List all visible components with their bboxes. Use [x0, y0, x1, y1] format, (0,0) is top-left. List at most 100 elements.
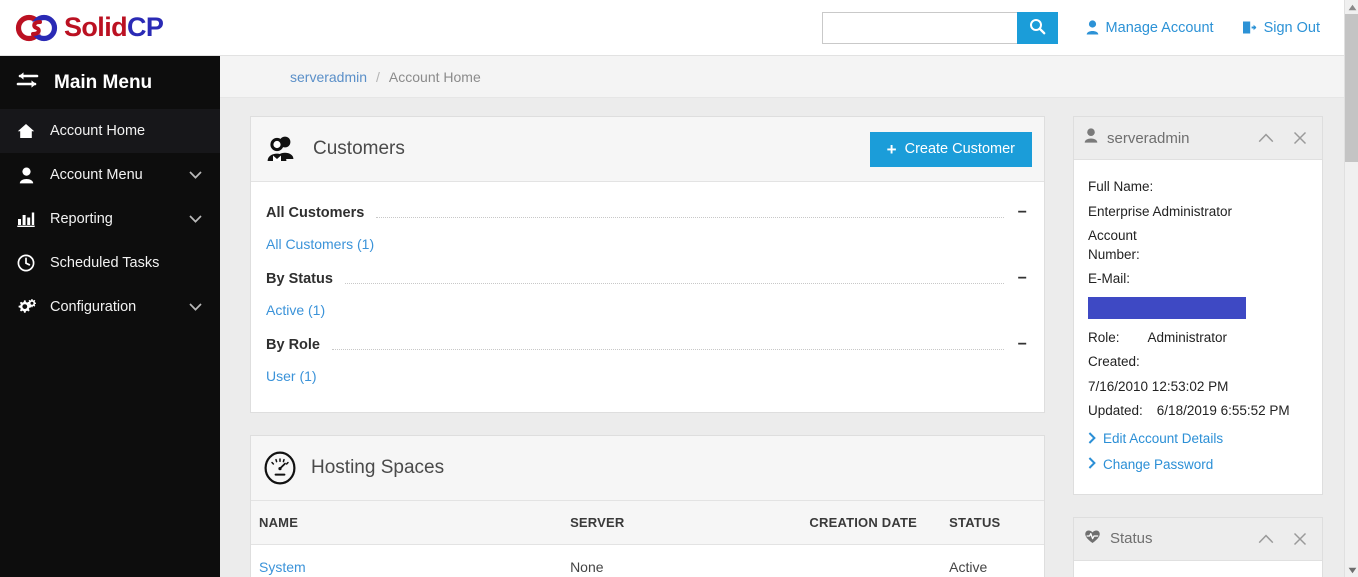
home-icon [16, 123, 36, 139]
table-row: System None Active [251, 544, 1044, 577]
role-value: Administrator [1147, 329, 1228, 345]
cell-creation-date [809, 544, 950, 577]
dotted-leader [376, 216, 1004, 218]
customer-filter-link-active[interactable]: Active (1) [266, 293, 1029, 328]
hosting-spaces-panel-title: Hosting Spaces [311, 457, 445, 478]
sidebar-title: Main Menu [54, 71, 153, 93]
customers-panel-header: Customers + Create Customer [251, 117, 1044, 182]
close-icon[interactable] [1288, 131, 1312, 145]
dotted-leader [344, 282, 1004, 284]
collapse-toggle-icon[interactable]: − [1016, 205, 1029, 221]
status-widget-body [1074, 561, 1322, 577]
sidebar-item-scheduled-tasks[interactable]: Scheduled Tasks [0, 241, 220, 285]
sign-out-icon [1242, 20, 1257, 35]
sidebar-item-label: Account Home [50, 123, 146, 139]
group-heading-label: By Role [266, 337, 320, 353]
customers-panel-title: Customers [313, 138, 405, 159]
sign-out-link[interactable]: Sign Out [1242, 20, 1320, 36]
hosting-space-link-system[interactable]: System [259, 559, 306, 575]
hosting-spaces-panel-header: Hosting Spaces [251, 436, 1044, 501]
table-header-row: NAME SERVER CREATION DATE STATUS [251, 501, 1044, 545]
manage-account-label: Manage Account [1105, 19, 1214, 36]
account-widget-header: serveradmin [1074, 117, 1322, 160]
customer-group-header-all: All Customers − [266, 196, 1029, 227]
exchange-arrows-icon [15, 70, 40, 96]
search-input[interactable] [821, 11, 1017, 44]
create-customer-label: Create Customer [904, 141, 1015, 157]
brand-logo[interactable]: SolidCP [0, 0, 164, 55]
collapse-toggle-icon[interactable]: − [1016, 271, 1029, 287]
sidebar-item-label: Configuration [50, 299, 137, 315]
edit-account-details-label: Edit Account Details [1103, 431, 1224, 446]
full-name-label: Full Name: [1088, 179, 1154, 194]
breadcrumb-separator: / [376, 68, 380, 85]
email-label: E-Mail: [1088, 271, 1131, 286]
customer-filter-link-all-customers[interactable]: All Customers (1) [266, 227, 1029, 262]
search-button[interactable] [1016, 11, 1058, 44]
full-name-value: Enterprise Administrator [1088, 203, 1233, 219]
close-icon[interactable] [1288, 532, 1312, 546]
column-header-creation-date: CREATION DATE [809, 501, 950, 545]
sidebar-item-configuration[interactable]: Configuration [0, 285, 220, 329]
account-number-label: Account Number: [1088, 228, 1140, 262]
chevron-up-icon[interactable] [1253, 133, 1279, 143]
sidebar-header[interactable]: Main Menu [0, 56, 220, 109]
search-icon [1029, 18, 1046, 38]
heartbeat-icon [1084, 529, 1101, 549]
main-content: serveradmin / Account Home Customers + C… [220, 56, 1344, 577]
chevron-down-icon[interactable] [189, 299, 202, 315]
user-icon [16, 167, 36, 184]
account-widget-body: Full Name: Enterprise Administrator Acco… [1074, 160, 1322, 494]
customer-group-header-status: By Status − [266, 262, 1029, 293]
plus-icon: + [886, 139, 897, 159]
clock-icon [16, 254, 36, 272]
create-customer-button[interactable]: + Create Customer [869, 131, 1032, 167]
cell-server: None [570, 544, 810, 577]
gears-icon [16, 298, 36, 316]
change-password-link[interactable]: Change Password [1088, 450, 1308, 476]
sidebar-item-label: Account Menu [50, 167, 143, 183]
user-icon [1086, 20, 1099, 35]
sign-out-label: Sign Out [1263, 19, 1320, 36]
manage-account-link[interactable]: Manage Account [1086, 20, 1214, 36]
hosting-spaces-table: NAME SERVER CREATION DATE STATUS System [251, 501, 1044, 577]
scroll-down-arrow-icon[interactable] [1345, 563, 1358, 577]
sidebar-item-account-menu[interactable]: Account Menu [0, 153, 220, 197]
top-header-bar: SolidCP Manage Account Sign Out [0, 0, 1344, 56]
chevron-down-icon[interactable] [189, 167, 202, 183]
search-group [821, 11, 1058, 44]
sidebar-item-reporting[interactable]: Reporting [0, 197, 220, 241]
email-value-redacted [1088, 296, 1246, 319]
edit-account-details-link[interactable]: Edit Account Details [1088, 425, 1308, 451]
header-actions: Manage Account Sign Out [821, 11, 1344, 44]
app-viewport: SolidCP Manage Account Sign Out Main Men… [0, 0, 1358, 577]
scroll-up-arrow-icon[interactable] [1345, 0, 1358, 14]
column-header-status: STATUS [949, 501, 1044, 545]
chevron-up-icon[interactable] [1253, 534, 1279, 544]
content-side-column: serveradmin Full Name: Enterprise Admini… [1073, 116, 1323, 577]
column-header-server: SERVER [570, 501, 810, 545]
users-icon [263, 131, 299, 167]
chevron-down-icon[interactable] [189, 211, 202, 227]
group-heading-label: By Status [266, 271, 333, 287]
created-label: Created: [1088, 354, 1140, 369]
group-heading-label: All Customers [266, 205, 365, 221]
cell-name: System [251, 544, 571, 577]
sidebar-item-label: Reporting [50, 211, 113, 227]
role-row: Role: Administrator [1088, 327, 1308, 352]
page-scrollbar[interactable] [1344, 0, 1358, 577]
status-widget-title: Status [1110, 530, 1153, 547]
breadcrumb-link-serveradmin[interactable]: serveradmin [290, 69, 367, 85]
sidebar-item-account-home[interactable]: Account Home [0, 109, 220, 153]
chevron-right-icon [1088, 457, 1096, 472]
user-icon [1084, 128, 1098, 148]
main-sidebar: Main Menu Account Home Account Menu Repo… [0, 56, 220, 577]
customer-filter-link-user[interactable]: User (1) [266, 359, 1029, 394]
gauge-icon [263, 451, 297, 485]
role-label: Role: [1088, 329, 1120, 345]
collapse-toggle-icon[interactable]: − [1016, 337, 1029, 353]
updated-label: Updated: [1088, 403, 1143, 418]
solidcp-logo-icon [14, 11, 60, 45]
scrollbar-thumb[interactable] [1345, 14, 1358, 162]
content-columns: Customers + Create Customer All Customer… [220, 98, 1344, 577]
